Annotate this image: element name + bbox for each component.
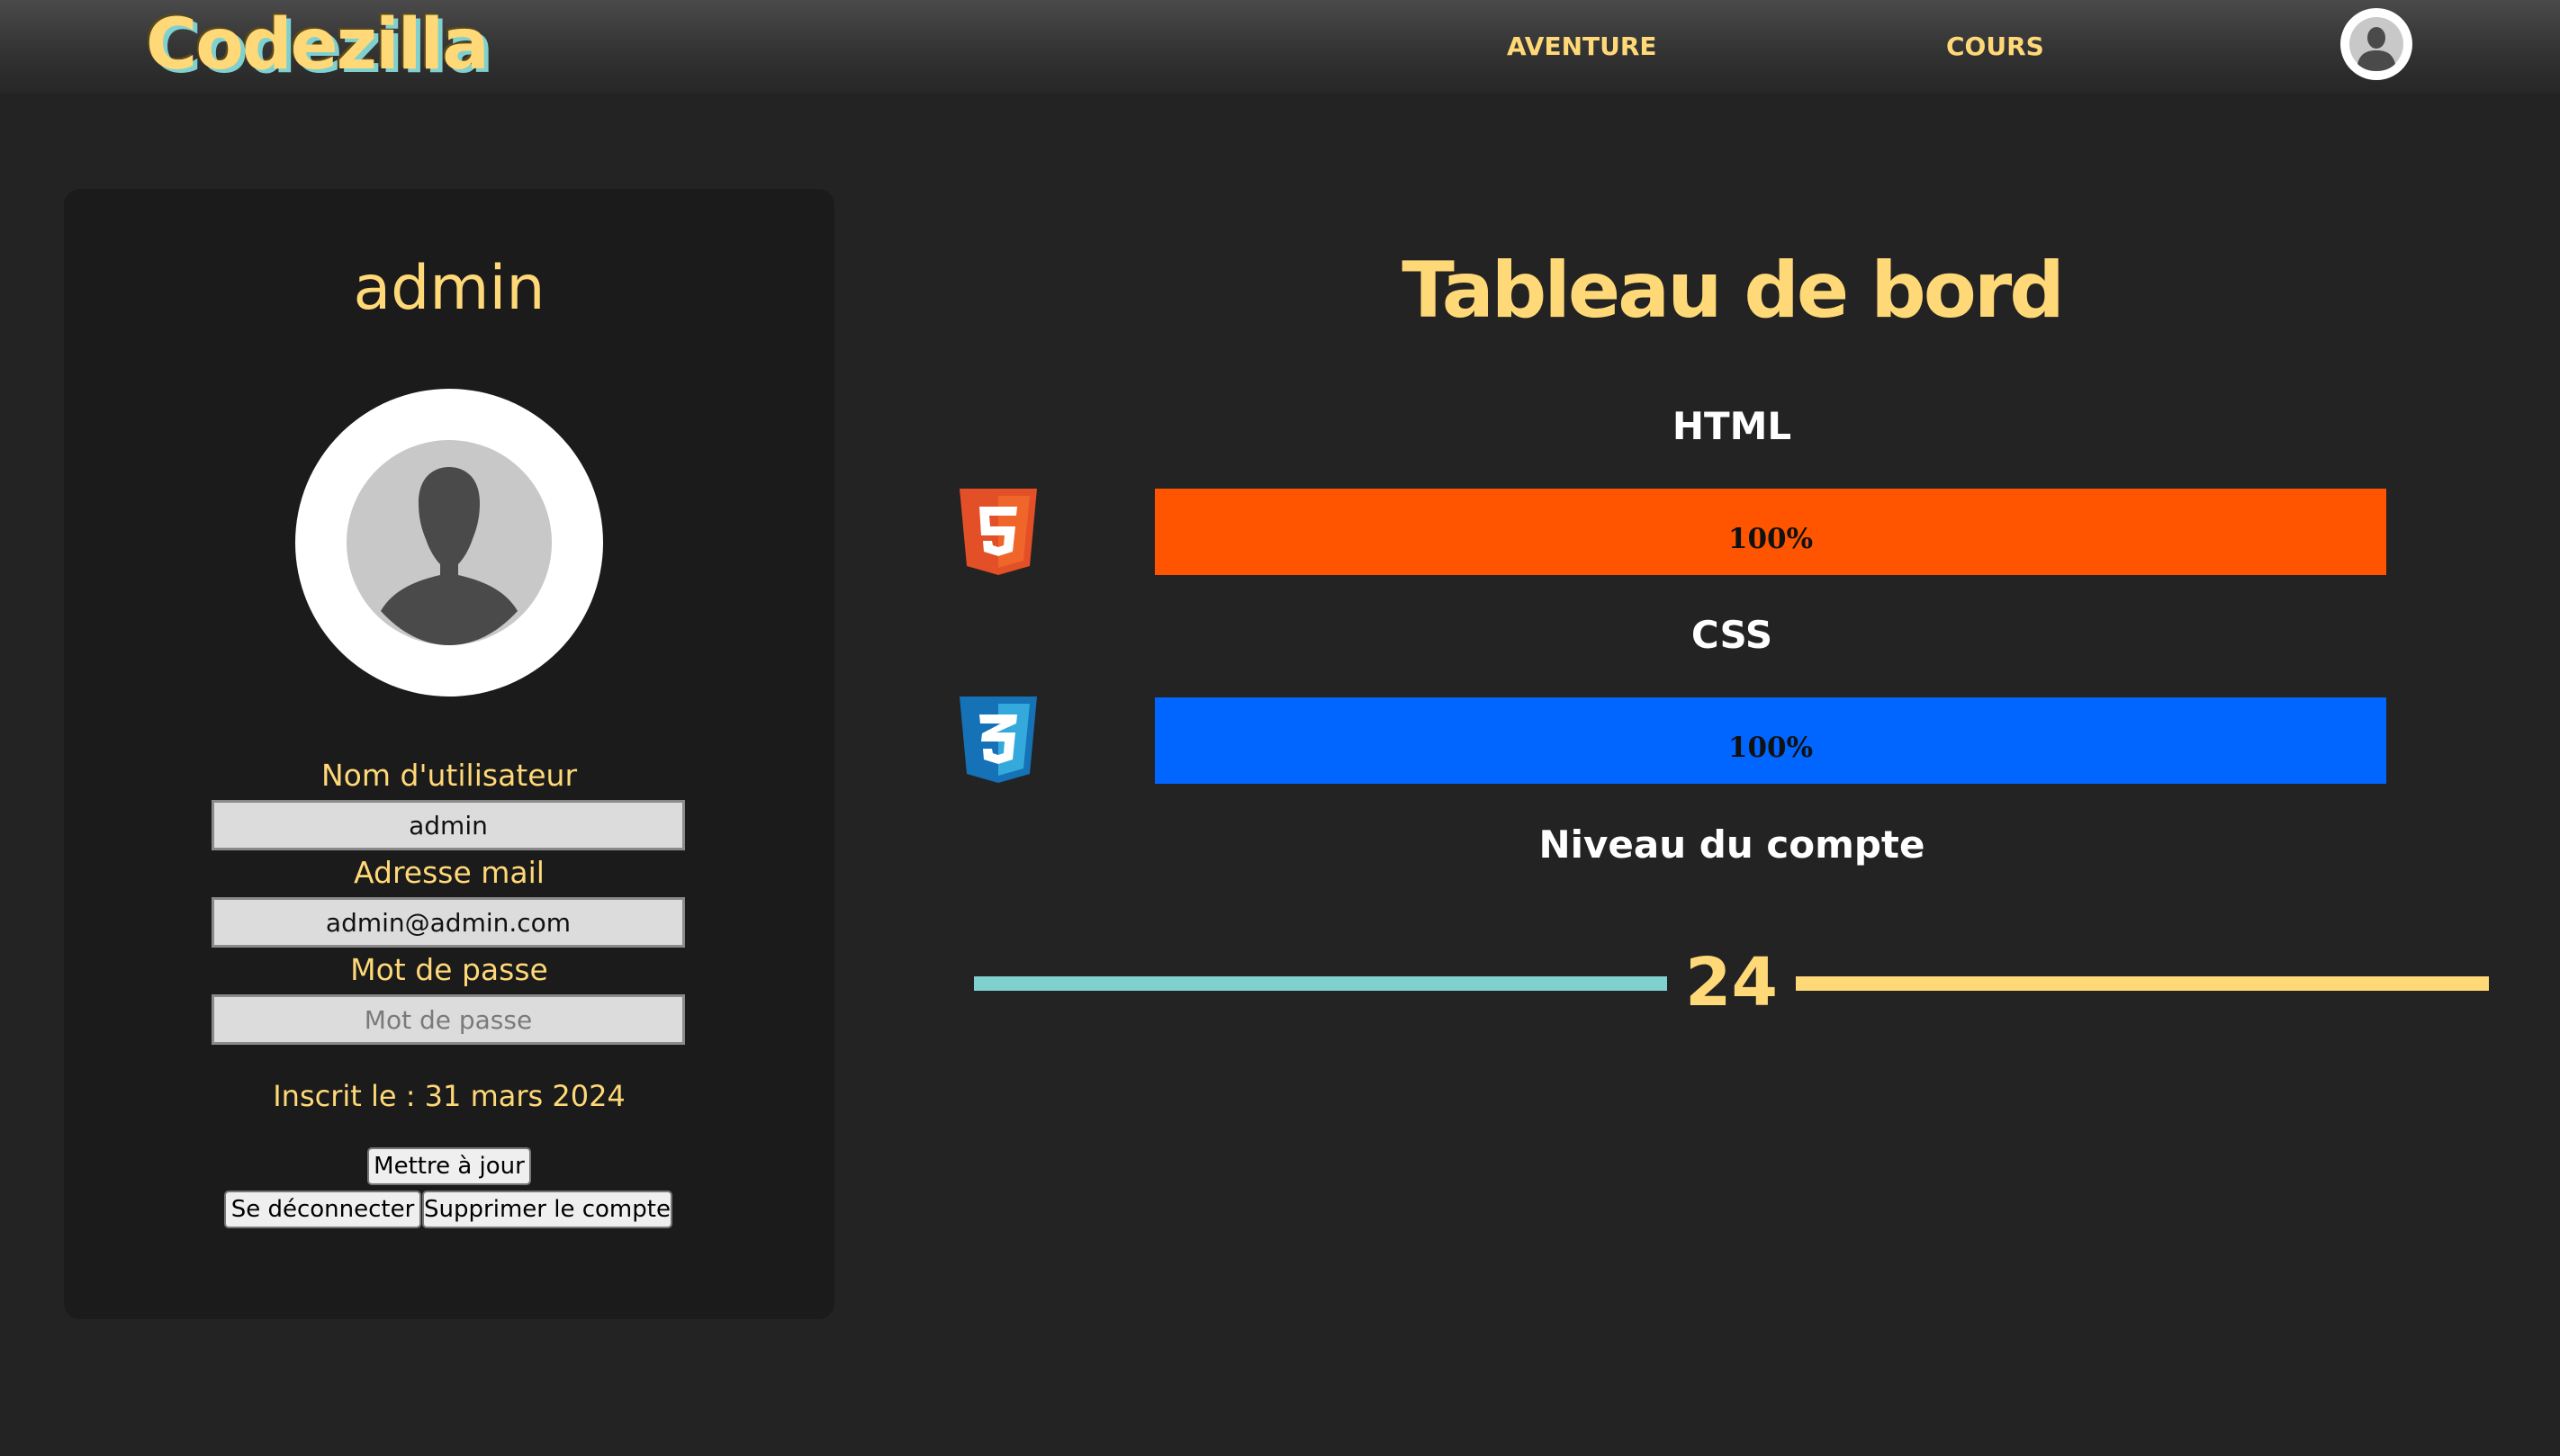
css-progress-bar: 100% <box>1155 697 2386 784</box>
top-navbar: Codezilla AVENTURE COURS <box>0 0 2560 94</box>
email-label: Adresse mail <box>354 855 545 890</box>
email-input[interactable] <box>212 897 685 948</box>
html-progress-text: 100% <box>1727 523 1814 555</box>
account-level-value: 24 <box>1685 944 1778 1021</box>
codezilla-logo[interactable]: Codezilla <box>146 2 490 88</box>
nav-link-aventure[interactable]: AVENTURE <box>1507 29 1657 65</box>
update-button[interactable]: Mettre à jour <box>367 1147 531 1185</box>
html5-icon <box>960 489 1037 575</box>
user-silhouette-icon <box>347 440 552 645</box>
css3-icon <box>960 697 1037 783</box>
css-progress-text: 100% <box>1727 732 1814 764</box>
logout-button[interactable]: Se déconnecter <box>224 1191 421 1228</box>
skill-css-title: CSS <box>1690 613 1773 657</box>
password-label: Mot de passe <box>350 952 548 987</box>
dashboard-title: Tableau de bord <box>1402 246 2065 336</box>
profile-username-heading: admin <box>353 253 545 324</box>
skill-html-title: HTML <box>1672 404 1792 448</box>
delete-account-button[interactable]: Supprimer le compte <box>422 1191 672 1228</box>
html-progress-bar: 100% <box>1155 489 2386 575</box>
header-profile-button[interactable] <box>2340 8 2412 80</box>
level-line-left <box>974 976 1667 991</box>
level-line-right <box>1796 976 2489 991</box>
account-level-title: Niveau du compte <box>1538 822 1925 867</box>
nav-link-cours[interactable]: COURS <box>1946 29 2044 65</box>
username-input[interactable] <box>212 800 685 850</box>
username-label: Nom d'utilisateur <box>320 758 578 793</box>
profile-avatar <box>295 389 603 697</box>
user-avatar-icon <box>2349 17 2403 71</box>
password-input[interactable] <box>212 994 685 1045</box>
registration-date: Inscrit le : 31 mars 2024 <box>273 1079 626 1113</box>
